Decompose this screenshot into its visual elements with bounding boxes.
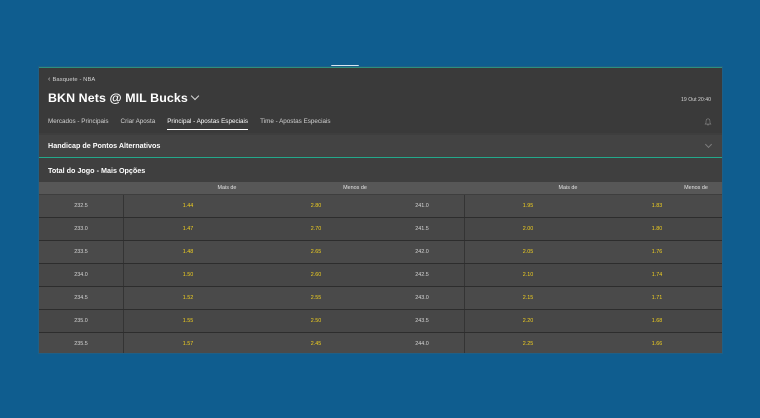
section-title: Total do Jogo - Mais Opções (48, 166, 146, 175)
under-odds-button[interactable]: 2.70 (252, 218, 380, 240)
line-value: 233.5 (39, 241, 124, 263)
under-odds-button[interactable]: 2.60 (252, 264, 380, 286)
under-odds-button[interactable]: 2.80 (252, 195, 380, 217)
table-row: 234.0 1.50 2.60 242.5 2.10 1.74 (39, 264, 722, 287)
over-odds-button[interactable]: 1.52 (124, 287, 252, 309)
breadcrumb-label: Basquete - NBA (52, 77, 96, 83)
section-title: Handicap de Pontos Alternativos (48, 141, 161, 150)
over-odds-button[interactable]: 1.57 (124, 333, 252, 353)
chevron-down-icon (190, 91, 200, 101)
odds-column-header: Mais de Menos de Mais de Menos de (39, 182, 722, 194)
chevron-left-icon: ‹ (48, 76, 51, 83)
over-odds-button[interactable]: 1.50 (124, 264, 252, 286)
table-row: 233.0 1.47 2.70 241.5 2.00 1.80 (39, 218, 722, 241)
line-value: 241.0 (380, 195, 465, 217)
game-total-section[interactable]: Total do Jogo - Mais Opções (39, 158, 722, 182)
line-value: 232.5 (39, 195, 124, 217)
over-odds-button[interactable]: 2.00 (464, 218, 592, 240)
over-odds-button[interactable]: 2.10 (464, 264, 592, 286)
line-value: 242.5 (380, 264, 465, 286)
chevron-down-icon (704, 140, 713, 149)
under-odds-button[interactable]: 2.50 (252, 310, 380, 332)
over-odds-button[interactable]: 2.15 (464, 287, 592, 309)
line-value: 242.0 (380, 241, 465, 263)
over-odds-button[interactable]: 1.95 (464, 195, 592, 217)
line-value: 234.5 (39, 287, 124, 309)
table-row: 235.5 1.57 2.45 244.0 2.25 1.66 (39, 333, 722, 353)
over-odds-button[interactable]: 2.25 (464, 333, 592, 353)
under-odds-button[interactable]: 1.76 (592, 241, 722, 263)
line-value: 243.5 (380, 310, 465, 332)
under-header: Menos de (684, 185, 708, 191)
table-row: 234.5 1.52 2.55 243.0 2.15 1.71 (39, 287, 722, 310)
over-odds-button[interactable]: 1.48 (124, 241, 252, 263)
table-row: 232.5 1.44 2.80 241.0 1.95 1.83 (39, 195, 722, 218)
under-odds-button[interactable]: 1.66 (592, 333, 722, 353)
tab-team-specials[interactable]: Time - Apostas Especiais (260, 118, 330, 130)
tab-main-markets[interactable]: Mercados - Principais (48, 118, 109, 130)
over-odds-button[interactable]: 2.05 (464, 241, 592, 263)
line-value: 235.5 (39, 333, 124, 353)
under-odds-button[interactable]: 2.45 (252, 333, 380, 353)
over-odds-button[interactable]: 1.55 (124, 310, 252, 332)
bell-icon[interactable] (704, 118, 712, 126)
line-value: 241.5 (380, 218, 465, 240)
event-title-text: BKN Nets @ MIL Bucks (48, 91, 188, 105)
line-value: 243.0 (380, 287, 465, 309)
under-odds-button[interactable]: 1.71 (592, 287, 722, 309)
event-header: ‹ Basquete - NBA BKN Nets @ MIL Bucks 19 … (39, 68, 722, 133)
under-odds-button[interactable]: 1.83 (592, 195, 722, 217)
event-date: 19 Out 20:40 (681, 97, 711, 103)
odds-table: 232.5 1.44 2.80 241.0 1.95 1.83 233.0 1.… (39, 195, 722, 353)
table-row: 235.0 1.55 2.50 243.5 2.20 1.68 (39, 310, 722, 333)
over-odds-button[interactable]: 2.20 (464, 310, 592, 332)
alternative-handicap-section[interactable]: Handicap de Pontos Alternativos (39, 135, 722, 158)
under-odds-button[interactable]: 1.68 (592, 310, 722, 332)
breadcrumb[interactable]: ‹ Basquete - NBA (48, 76, 95, 83)
under-header: Menos de (343, 185, 367, 191)
under-odds-button[interactable]: 1.74 (592, 264, 722, 286)
line-value: 244.0 (380, 333, 465, 353)
table-row: 233.5 1.48 2.65 242.0 2.05 1.76 (39, 241, 722, 264)
line-value: 235.0 (39, 310, 124, 332)
over-odds-button[interactable]: 1.47 (124, 218, 252, 240)
line-value: 234.0 (39, 264, 124, 286)
over-header: Mais de (558, 185, 578, 191)
over-header: Mais de (217, 185, 237, 191)
under-odds-button[interactable]: 1.80 (592, 218, 722, 240)
under-odds-button[interactable]: 2.65 (252, 241, 380, 263)
under-odds-button[interactable]: 2.55 (252, 287, 380, 309)
tab-create-bet[interactable]: Criar Aposta (121, 118, 156, 130)
over-odds-button[interactable]: 1.44 (124, 195, 252, 217)
tab-main-specials[interactable]: Principal - Apostas Especiais (167, 118, 249, 130)
event-title[interactable]: BKN Nets @ MIL Bucks (48, 91, 200, 105)
line-value: 233.0 (39, 218, 124, 240)
market-tabs: Mercados - Principais Criar Aposta Princ… (48, 118, 331, 130)
betting-panel: ‹ Basquete - NBA BKN Nets @ MIL Bucks 19 … (39, 67, 722, 353)
